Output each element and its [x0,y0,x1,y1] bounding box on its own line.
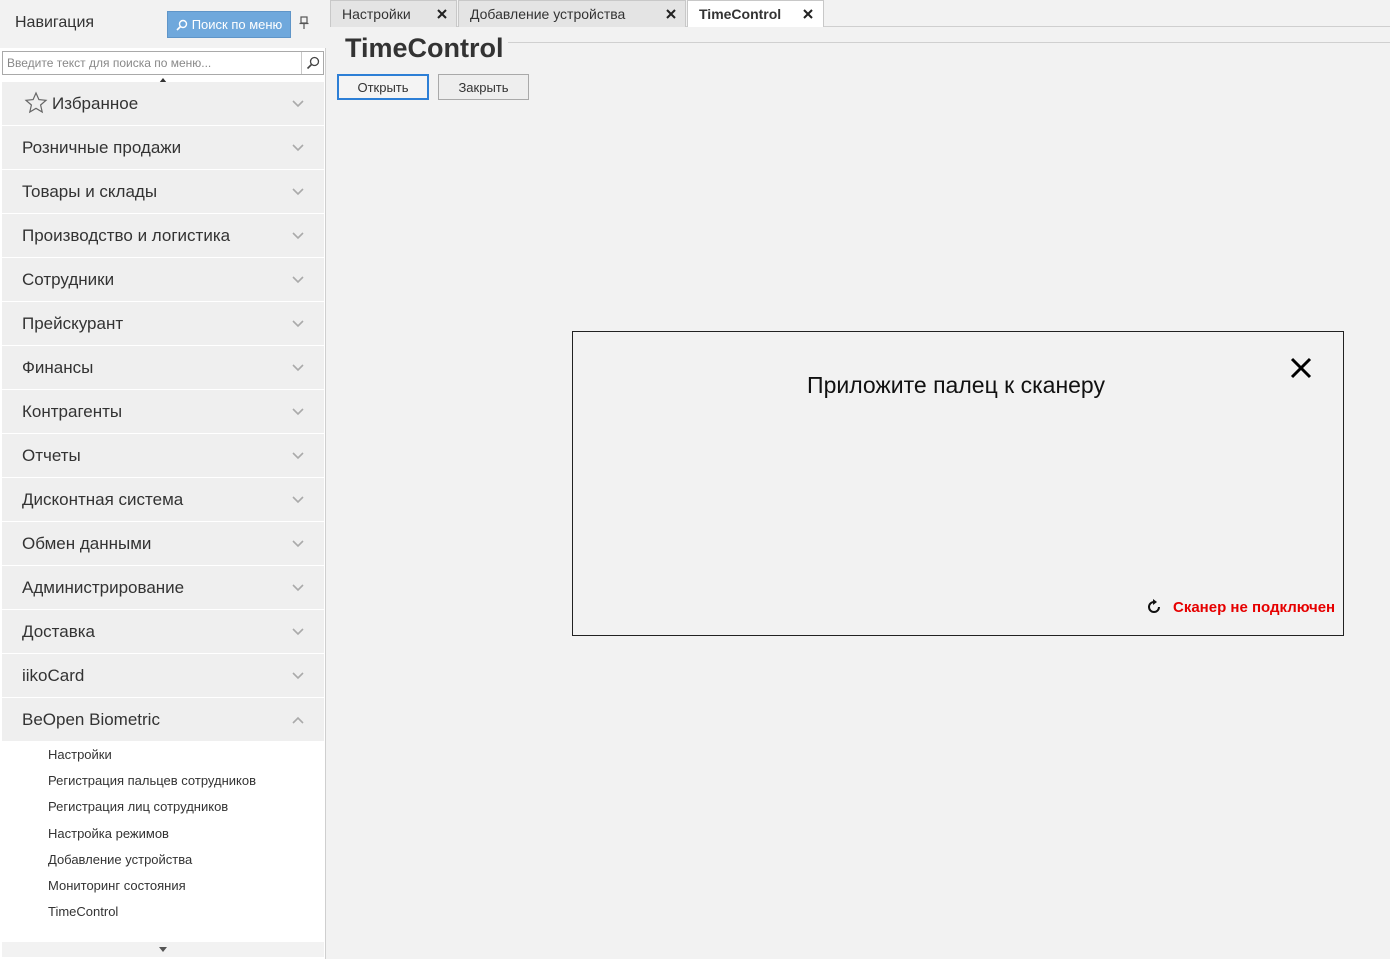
submenu-item-status-monitoring[interactable]: Мониторинг состояния [2,873,324,899]
search-icon [176,19,187,31]
chevron-down-icon [292,452,304,460]
submenu-item-face-registration[interactable]: Регистрация лиц сотрудников [2,794,324,820]
nav-item-data-exchange[interactable]: Обмен данными [2,522,324,565]
nav-item-label: Финансы [22,358,94,377]
chevron-down-icon [292,144,304,152]
nav-item-production-logistics[interactable]: Производство и логистика [2,214,324,257]
submenu-item-finger-registration[interactable]: Регистрация пальцев сотрудников [2,768,324,794]
navigation-menu: Избранное Розничные продажи Товары и скл… [2,82,324,742]
close-icon[interactable] [665,8,677,20]
beopen-biometric-submenu: Настройки Регистрация пальцев сотруднико… [2,742,324,925]
refresh-icon[interactable] [1145,598,1163,616]
chevron-down-icon [292,672,304,680]
tab-settings[interactable]: Настройки [330,0,457,27]
tab-timecontrol[interactable]: TimeControl [687,0,824,27]
open-button[interactable]: Открыть [337,74,429,100]
nav-item-finance[interactable]: Финансы [2,346,324,389]
chevron-down-icon [292,628,304,636]
tab-add-device[interactable]: Добавление устройства [458,0,686,27]
navigation-title: Навигация [15,14,95,31]
main-content: TimeControl Открыть Закрыть Приложите па… [331,28,1390,959]
submenu-item-add-device[interactable]: Добавление устройства [2,847,324,873]
nav-item-iikocard[interactable]: iikoCard [2,654,324,697]
submenu-item-mode-settings[interactable]: Настройка режимов [2,821,324,847]
submenu-item-settings[interactable]: Настройки [2,742,324,768]
pin-icon[interactable] [298,16,310,32]
app-window: Навигация Поиск по меню Избранное [0,0,1390,959]
nav-item-label: Производство и логистика [22,226,231,245]
nav-item-reports[interactable]: Отчеты [2,434,324,477]
nav-item-label: Сотрудники [22,270,115,289]
nav-item-discount-system[interactable]: Дисконтная система [2,478,324,521]
nav-item-price-list[interactable]: Прейскурант [2,302,324,345]
nav-item-favorites[interactable]: Избранное [2,82,324,125]
close-button[interactable]: Закрыть [438,74,529,100]
navigation-header: Навигация Поиск по меню [0,0,326,48]
navigation-panel: Навигация Поиск по меню Избранное [0,0,326,959]
nav-item-label: Доставка [22,622,96,641]
nav-item-label: BeOpen Biometric [22,710,160,729]
chevron-up-icon [292,716,304,724]
page-title: TimeControl [341,33,508,64]
close-icon[interactable] [436,8,448,20]
nav-item-label: Прейскурант [22,314,124,333]
menu-search-label: Поиск по меню [191,17,283,32]
close-icon[interactable] [1289,356,1313,380]
nav-item-administration[interactable]: Администрирование [2,566,324,609]
scanner-message: Приложите палец к сканеру [807,372,1105,398]
nav-item-beopen-biometric[interactable]: BeOpen Biometric [2,698,324,741]
submenu-item-timecontrol[interactable]: TimeControl [2,899,324,925]
search-icon[interactable] [301,52,323,74]
chevron-down-icon [292,408,304,416]
nav-item-employees[interactable]: Сотрудники [2,258,324,301]
nav-item-label: Избранное [52,94,139,113]
chevron-down-icon [292,100,304,108]
scroll-down-icon[interactable] [157,944,169,954]
tab-label: Настройки [342,6,411,22]
scanner-status: Сканер не подключен [1173,599,1336,616]
chevron-down-icon [292,584,304,592]
tab-label: Добавление устройства [470,6,626,22]
nav-item-label: Розничные продажи [22,138,182,157]
menu-search-button[interactable]: Поиск по меню [167,11,291,38]
nav-item-delivery[interactable]: Доставка [2,610,324,653]
chevron-down-icon [292,232,304,240]
nav-item-counterparties[interactable]: Контрагенты [2,390,324,433]
chevron-down-icon [292,540,304,548]
menu-search-input[interactable] [3,52,301,74]
tab-bar: Настройки Добавление устройства TimeCont… [330,0,1390,27]
chevron-down-icon [292,496,304,504]
nav-item-retail[interactable]: Розничные продажи [2,126,324,169]
chevron-down-icon [292,188,304,196]
nav-item-label: Отчеты [22,446,81,465]
chevron-down-icon [292,320,304,328]
nav-item-label: Обмен данными [22,534,152,553]
nav-item-label: iikoCard [22,666,85,685]
nav-item-label: Контрагенты [22,402,123,421]
nav-item-label: Товары и склады [22,182,158,201]
menu-search-box [2,51,324,75]
close-icon[interactable] [802,8,814,20]
chevron-down-icon [292,276,304,284]
chevron-down-icon [292,364,304,372]
nav-item-label: Дисконтная система [22,490,184,509]
tab-label: TimeControl [699,6,782,22]
scanner-dialog: Приложите палец к сканеру Сканер не подк… [572,331,1344,636]
nav-item-label: Администрирование [22,578,185,597]
nav-item-goods-warehouses[interactable]: Товары и склады [2,170,324,213]
star-icon [24,91,48,114]
